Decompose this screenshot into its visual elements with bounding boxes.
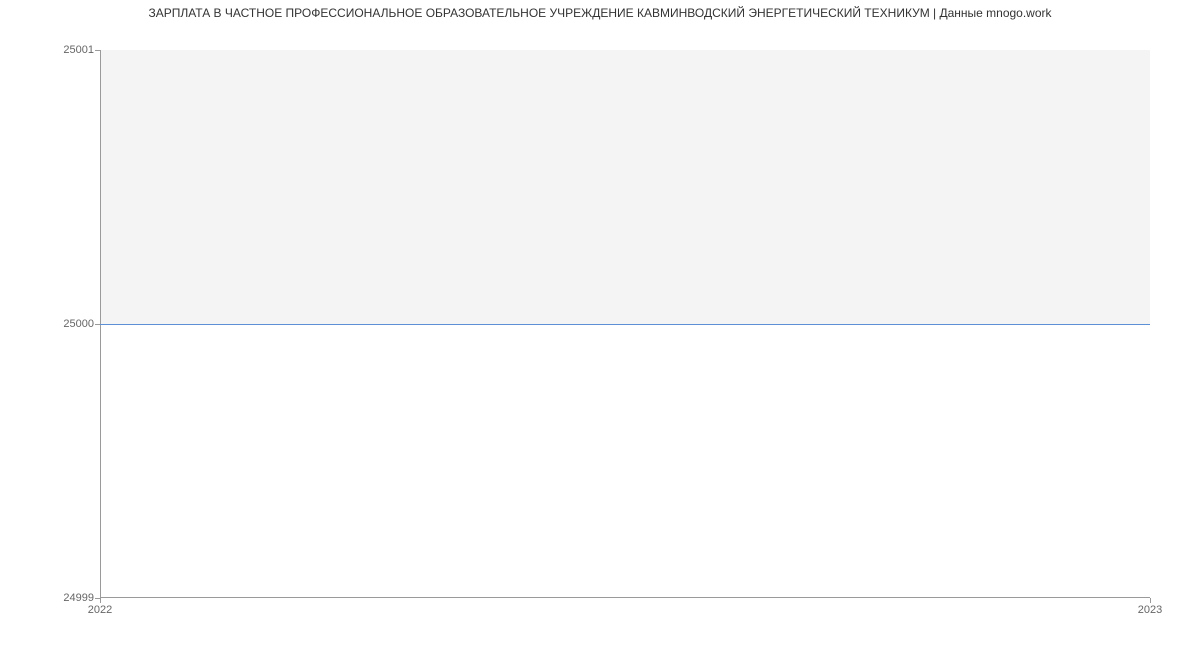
x-tick-label: 2022 <box>88 604 112 616</box>
x-tick-mark <box>100 598 101 603</box>
x-tick-label: 2023 <box>1138 604 1162 616</box>
series-line <box>100 324 1150 325</box>
y-tick-label: 25000 <box>63 318 94 330</box>
y-tick-label: 25001 <box>63 44 94 56</box>
plot-area <box>100 50 1150 598</box>
x-axis <box>100 597 1150 598</box>
x-tick-mark <box>1150 598 1151 603</box>
plot-band-upper <box>100 50 1150 324</box>
chart-title: ЗАРПЛАТА В ЧАСТНОЕ ПРОФЕССИОНАЛЬНОЕ ОБРА… <box>0 6 1200 20</box>
y-tick-label: 24999 <box>63 592 94 604</box>
y-tick-mark <box>95 50 100 51</box>
salary-chart: ЗАРПЛАТА В ЧАСТНОЕ ПРОФЕССИОНАЛЬНОЕ ОБРА… <box>0 0 1200 650</box>
